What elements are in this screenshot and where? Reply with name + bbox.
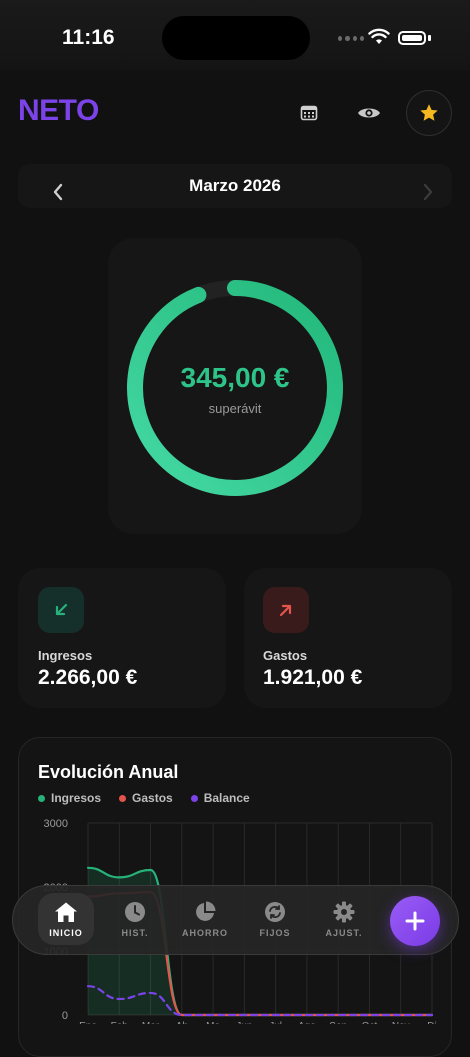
- legend-label: Balance: [203, 791, 250, 805]
- wifi-icon: [368, 28, 390, 44]
- income-value: 2.266,00 €: [38, 666, 138, 689]
- dynamic-island: [162, 16, 310, 60]
- tab-fijos[interactable]: FIJOS: [244, 888, 306, 950]
- balance-amount: 345,00 €: [180, 362, 290, 393]
- tab-label: AHORRO: [182, 927, 228, 938]
- clock-icon: [125, 901, 145, 922]
- legend-dot: [119, 794, 127, 802]
- app-logo: NETO: [18, 94, 99, 127]
- chart-title: Evolución Anual: [38, 762, 179, 782]
- plus-icon: [405, 911, 425, 931]
- home-icon: [55, 902, 77, 922]
- legend-dot: [190, 794, 198, 802]
- arrow-up-right-icon: [279, 604, 292, 617]
- y-tick-label: 3000: [44, 818, 68, 830]
- next-month-button[interactable]: [410, 174, 446, 210]
- income-icon-box: [38, 587, 84, 633]
- visibility-toggle-button[interactable]: [351, 95, 387, 131]
- tab-historial[interactable]: HIST.: [104, 888, 166, 950]
- current-month-label: Marzo 2026: [189, 176, 281, 195]
- cellular-signal-icon: [338, 36, 364, 42]
- battery-icon: [398, 31, 426, 45]
- gear-icon: [333, 901, 355, 922]
- balance-status: superávit: [208, 401, 262, 416]
- eye-icon: [358, 108, 380, 118]
- add-transaction-button[interactable]: [390, 896, 440, 946]
- status-time: 11:16: [62, 26, 115, 49]
- repeat-icon: [265, 901, 285, 922]
- tab-label: INICIO: [49, 927, 83, 938]
- y-tick-label: 0: [62, 1010, 68, 1022]
- battery-cap: [428, 35, 431, 41]
- star-icon: [420, 104, 438, 121]
- arrow-down-left-icon: [55, 603, 68, 616]
- income-label: Ingresos: [38, 648, 93, 663]
- tab-label: AJUST.: [325, 927, 363, 938]
- pie-chart-icon: [196, 901, 216, 921]
- tab-ahorro[interactable]: AHORRO: [174, 888, 236, 950]
- calendar-button[interactable]: [291, 95, 327, 131]
- chevron-right-icon: [423, 183, 433, 201]
- expenses-value: 1.921,00 €: [263, 666, 363, 689]
- chart-legend: Ingresos Gastos Balance: [38, 791, 250, 805]
- legend-label: Gastos: [132, 791, 173, 805]
- legend-dot: [38, 794, 45, 802]
- legend-label: Ingresos: [51, 791, 102, 805]
- calendar-icon: [300, 105, 318, 121]
- tab-label: HIST.: [121, 927, 149, 938]
- favorites-button[interactable]: [406, 90, 452, 136]
- tab-inicio[interactable]: INICIO: [35, 888, 97, 950]
- legend-item-expenses: Gastos: [119, 791, 173, 805]
- tab-label: FIJOS: [259, 927, 291, 938]
- tab-ajustes[interactable]: AJUST.: [313, 888, 375, 950]
- legend-item-balance: Balance: [190, 791, 250, 805]
- expenses-label: Gastos: [263, 648, 308, 663]
- expenses-icon-box: [263, 587, 309, 633]
- legend-item-income: Ingresos: [38, 791, 101, 805]
